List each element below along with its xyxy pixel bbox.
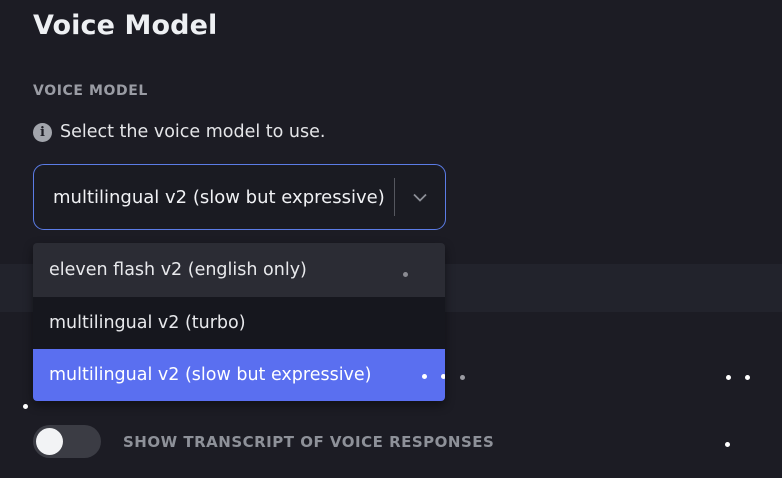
voice-model-dropdown-menu: eleven flash v2 (english only) multiling… (33, 243, 445, 401)
transcript-toggle-row: SHOW TRANSCRIPT OF VOICE RESPONSES (33, 425, 494, 458)
voice-model-selected-value: multilingual v2 (slow but expressive) (53, 186, 385, 208)
cursor-trail-dot (460, 375, 465, 380)
voice-model-section-label: VOICE MODEL (33, 83, 148, 99)
option-label: eleven flash v2 (english only) (49, 260, 307, 280)
voice-model-help: i Select the voice model to use. (33, 122, 325, 142)
cursor-trail-dot (23, 404, 28, 409)
show-transcript-label: SHOW TRANSCRIPT OF VOICE RESPONSES (123, 432, 495, 451)
voice-model-settings: Voice Model VOICE MODEL i Select the voi… (0, 0, 782, 478)
toggle-knob (36, 428, 63, 455)
chevron-down-icon[interactable] (395, 193, 445, 202)
option-eleven-flash-v2[interactable]: eleven flash v2 (english only) (33, 243, 445, 297)
page-title: Voice Model (33, 10, 218, 41)
option-multilingual-v2-slow[interactable]: multilingual v2 (slow but expressive) (33, 349, 445, 401)
cursor-trail-dot (422, 374, 427, 379)
cursor-trail-dot (403, 272, 408, 277)
show-transcript-toggle[interactable] (33, 425, 101, 458)
voice-model-select[interactable]: multilingual v2 (slow but expressive) (33, 164, 446, 230)
option-label: multilingual v2 (slow but expressive) (49, 365, 372, 385)
cursor-trail-dot (725, 442, 730, 447)
info-icon: i (33, 122, 52, 142)
option-multilingual-v2-turbo[interactable]: multilingual v2 (turbo) (33, 297, 445, 349)
cursor-trail-dot (441, 374, 445, 379)
voice-model-help-text: Select the voice model to use. (60, 122, 326, 142)
cursor-trail-dot (745, 375, 750, 380)
cursor-trail-dot (726, 375, 731, 380)
option-label: multilingual v2 (turbo) (49, 313, 246, 333)
